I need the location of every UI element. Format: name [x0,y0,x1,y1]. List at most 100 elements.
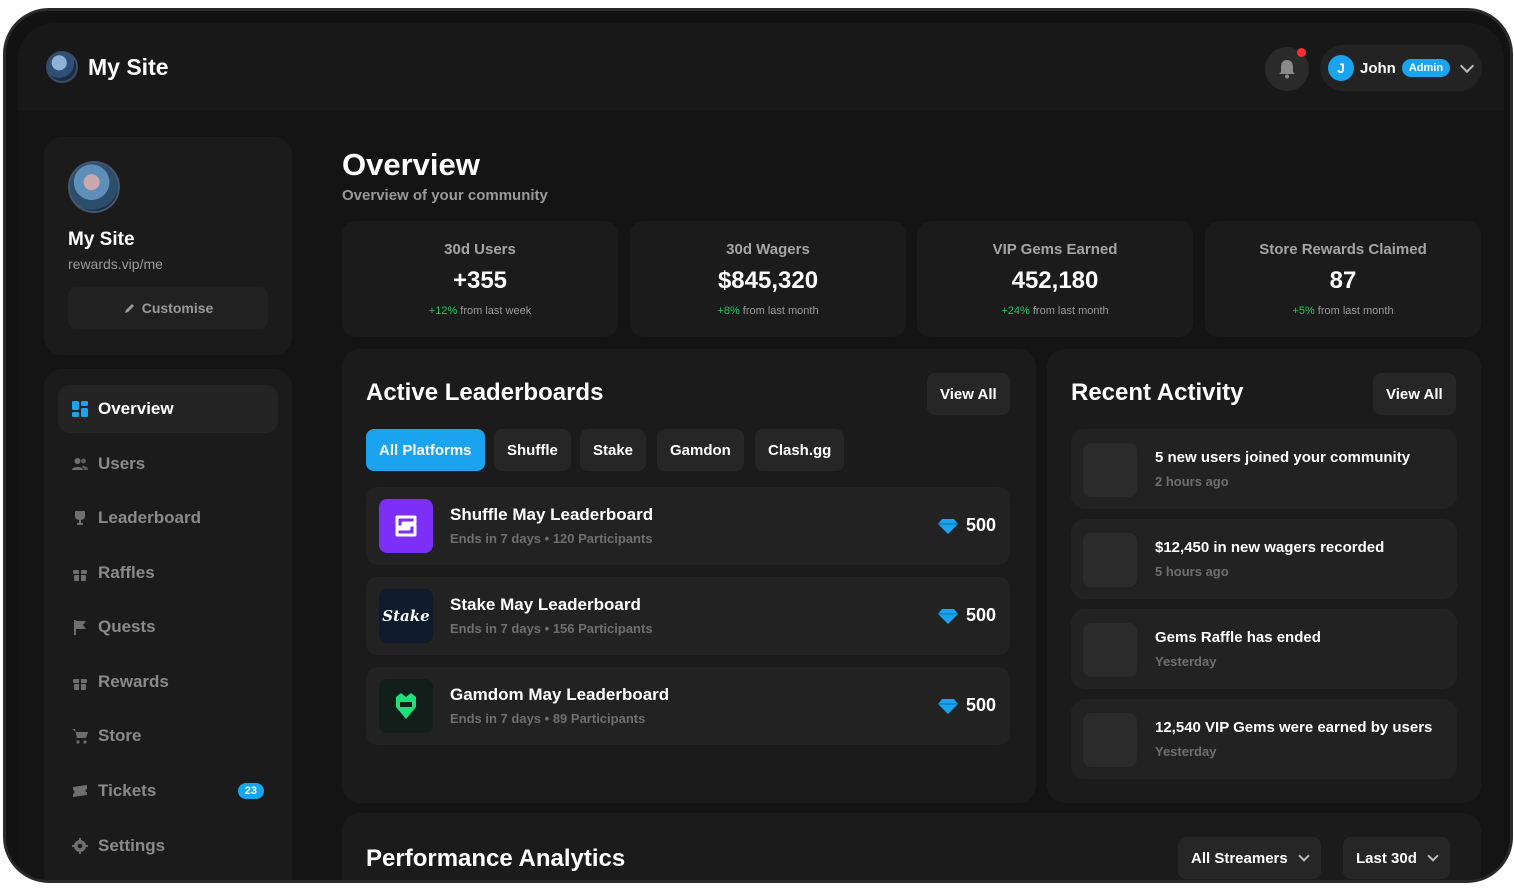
stat-card-gems: VIP Gems Earned 452,180 +24% from last m… [917,221,1193,337]
sidebar-item-quests[interactable]: Quests [58,603,278,651]
stat-label: Store Rewards Claimed [1259,241,1427,258]
shuffle-logo [379,499,433,553]
leaderboards-title: Active Leaderboards [366,379,604,406]
page-title: Overview [342,147,480,182]
leaderboard-row[interactable]: Stake Stake May Leaderboard Ends in 7 da… [366,577,1010,655]
gem-icon [937,518,958,534]
tickets-count-badge: 23 [237,783,264,799]
leaderboard-title: Gamdom May Leaderboard [450,685,670,704]
sidebar-item-tickets[interactable]: Tickets 23 [58,767,278,815]
profile-name: My Site [68,229,135,250]
sidebar-item-label: Leaderboard [98,508,201,527]
activity-thumbnail [1083,533,1137,587]
activity-thumbnail [1083,443,1137,497]
activity-item[interactable]: 12,540 VIP Gems were earned by users Yes… [1071,699,1457,779]
dropdown-value: Last 30d [1356,849,1417,867]
leaderboard-prize: 500 [937,605,996,626]
activity-item[interactable]: 5 new users joined your community 2 hour… [1071,429,1457,509]
sidebar-item-label: Tickets [98,781,157,800]
stat-delta: +8% from last month [717,305,819,317]
gift-icon [73,567,87,581]
user-menu[interactable]: J John Admin [1320,45,1482,91]
activity-title: $12,450 in new wagers recorded [1155,539,1385,556]
gamdom-logo-icon [396,693,416,719]
leaderboard-meta: Ends in 7 days • 89 Participants [450,711,646,726]
activity-panel: Recent Activity View All 5 new users joi… [1047,349,1481,803]
profile-card: My Site rewards.vip/me Customise [44,137,292,355]
user-name: John [1360,59,1396,77]
stat-value: $845,320 [717,267,819,294]
sidebar-item-settings[interactable]: Settings [58,822,278,870]
leaderboard-meta: Ends in 7 days • 156 Participants [450,621,653,636]
app-screen: My Site J John Admin My Site rewards.vip… [18,23,1504,880]
activity-title: 12,540 VIP Gems were earned by users [1155,719,1433,736]
customise-label: Customise [141,300,214,316]
profile-url: rewards.vip/me [68,256,163,272]
sidebar-item-label: Quests [98,617,156,636]
sidebar-item-store[interactable]: Store [58,712,278,760]
activity-item[interactable]: Gems Raffle has ended Yesterday [1071,609,1457,689]
analytics-title: Performance Analytics [366,845,626,872]
stat-label: 30d Users [444,241,516,258]
activity-title: Gems Raffle has ended [1155,629,1321,646]
leaderboard-row[interactable]: Gamdom May Leaderboard Ends in 7 days • … [366,667,1010,745]
page-subtitle: Overview of your community [342,187,548,204]
activity-time: 2 hours ago [1155,474,1229,489]
leaderboard-prize: 500 [937,695,996,716]
sidebar-item-raffles[interactable]: Raffles [58,549,278,597]
activity-item[interactable]: $12,450 in new wagers recorded 5 hours a… [1071,519,1457,599]
leaderboard-title: Shuffle May Leaderboard [450,505,654,524]
site-avatar [46,51,78,83]
bell-icon [1279,60,1295,79]
profile-avatar [68,161,120,213]
activity-thumbnail [1083,623,1137,677]
activity-view-all-button[interactable]: View All [1373,373,1456,415]
customise-button[interactable]: Customise [68,287,268,329]
sidebar-item-users[interactable]: Users [58,440,278,488]
cart-icon [72,729,88,744]
activity-time: Yesterday [1155,654,1217,669]
tab-gamdon[interactable]: Gamdon [657,429,744,471]
leaderboard-row[interactable]: Shuffle May Leaderboard Ends in 7 days •… [366,487,1010,565]
sidebar-item-rewards[interactable]: Rewards [58,658,278,706]
tab-stake[interactable]: Stake [580,429,647,471]
pencil-icon [124,303,134,313]
stat-delta: +24% from last month [1001,305,1109,317]
leaderboard-meta: Ends in 7 days • 120 Participants [450,531,653,546]
users-icon [72,458,88,470]
chevron-down-icon [1460,58,1475,73]
activity-thumbnail [1083,713,1137,767]
sidebar-item-overview[interactable]: Overview [58,385,278,433]
stat-delta: +12% from last week [428,305,532,317]
stat-value: 452,180 [1011,267,1099,294]
tab-all-platforms[interactable]: All Platforms [366,429,485,471]
sidebar-item-label: Store [98,726,142,745]
top-bar: My Site J John Admin [18,23,1504,111]
gift-icon [73,676,87,690]
notifications-button[interactable] [1265,47,1309,91]
notification-dot [1297,48,1306,57]
leaderboard-prize: 500 [937,515,996,536]
leaderboards-view-all-button[interactable]: View All [927,373,1010,415]
stat-value: +355 [452,267,508,294]
device-frame: My Site J John Admin My Site rewards.vip… [3,8,1513,883]
period-filter-dropdown[interactable]: Last 30d [1343,837,1450,879]
dropdown-value: All Streamers [1191,849,1288,867]
stat-label: VIP Gems Earned [992,241,1118,258]
brand[interactable]: My Site [46,51,169,83]
tab-shuffle[interactable]: Shuffle [494,429,571,471]
gamdom-logo [379,679,433,733]
tab-clash-gg[interactable]: Clash.gg [755,429,845,471]
leaderboard-title: Stake May Leaderboard [450,595,641,614]
stat-value: 87 [1329,267,1357,294]
role-badge: Admin [1401,59,1451,77]
activity-time: Yesterday [1155,744,1217,759]
activity-title: 5 new users joined your community [1155,449,1411,466]
sidebar-item-leaderboard[interactable]: Leaderboard [58,494,278,542]
activity-time: 5 hours ago [1155,564,1229,579]
site-name: My Site [88,53,169,80]
streamers-filter-dropdown[interactable]: All Streamers [1178,837,1321,879]
sidebar-item-label: Raffles [98,563,155,582]
gem-icon [937,698,958,714]
gear-icon [72,838,88,854]
